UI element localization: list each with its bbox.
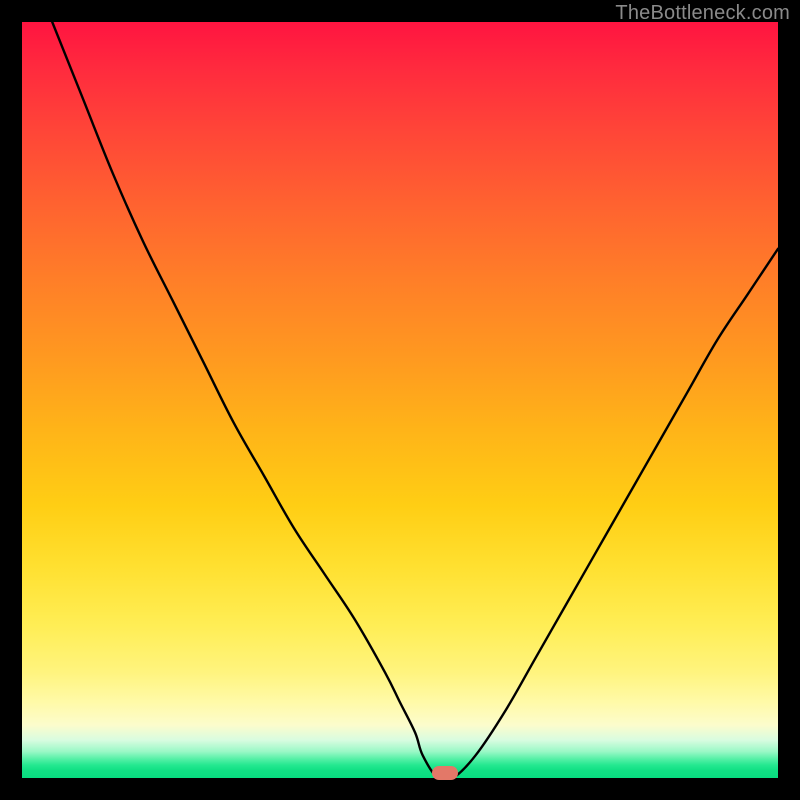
plot-area [22, 22, 778, 778]
chart-frame: TheBottleneck.com [0, 0, 800, 800]
bottleneck-curve [22, 22, 778, 778]
optimum-marker [432, 766, 458, 780]
